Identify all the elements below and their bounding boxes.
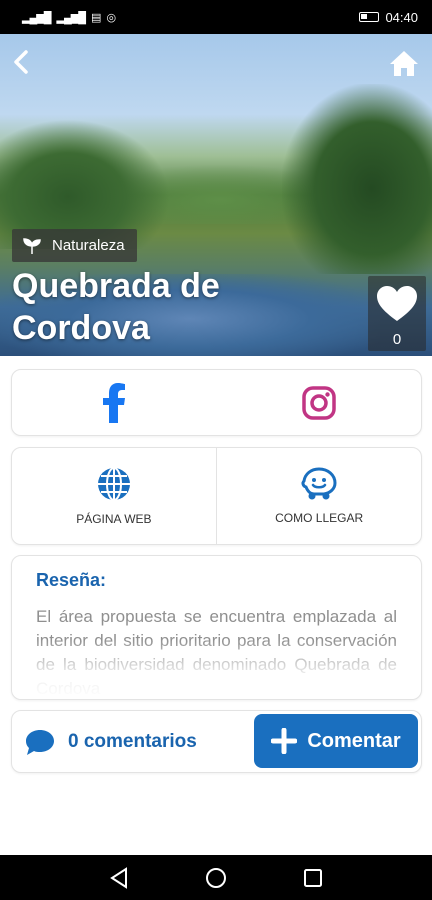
- sprout-icon: [23, 237, 41, 254]
- add-comment-button[interactable]: Comentar: [254, 714, 418, 768]
- review-fade: [12, 639, 421, 699]
- review-card[interactable]: Reseña: El área propuesta se encuentra e…: [11, 555, 422, 700]
- website-button[interactable]: PÁGINA WEB: [12, 448, 216, 544]
- battery-icon: [359, 12, 380, 22]
- nav-recents-button[interactable]: [293, 858, 333, 898]
- review-heading: Reseña:: [36, 570, 107, 590]
- system-nav-bar: [0, 855, 432, 900]
- chevron-left-icon: [14, 50, 28, 74]
- directions-label: COMO LLEGAR: [275, 511, 364, 525]
- home-icon: [390, 51, 418, 76]
- nav-home-button[interactable]: [196, 858, 236, 898]
- comments-card: 0 comentarios Comentar: [11, 710, 422, 773]
- plus-icon: [271, 728, 298, 754]
- wifi-icon: ▤: [91, 11, 101, 24]
- whatsapp-icon: ◎: [106, 11, 116, 24]
- heart-icon: [377, 286, 417, 321]
- signal-icon: ▂▄▆█: [22, 11, 51, 24]
- facebook-icon: [103, 382, 126, 423]
- instagram-button[interactable]: [217, 370, 422, 435]
- home-button[interactable]: [388, 48, 420, 78]
- social-card: [11, 369, 422, 436]
- globe-icon: [97, 467, 130, 501]
- triangle-back-icon: [109, 866, 127, 889]
- status-bar: ▂▄▆█ ▂▄▆█ ▤ ◎ 04:40: [0, 0, 432, 34]
- links-card: PÁGINA WEB COMO LLEGAR: [11, 447, 422, 545]
- directions-button[interactable]: COMO LLEGAR: [217, 448, 421, 544]
- nav-back-button[interactable]: [99, 858, 139, 898]
- square-recents-icon: [304, 868, 323, 887]
- circle-home-icon: [205, 867, 226, 888]
- chat-bubble-icon: [26, 729, 54, 755]
- website-label: PÁGINA WEB: [76, 512, 152, 526]
- add-comment-label: Comentar: [307, 729, 401, 752]
- status-time: 04:40: [385, 9, 418, 25]
- instagram-icon: [302, 385, 336, 420]
- facebook-button[interactable]: [12, 370, 217, 435]
- back-button[interactable]: [8, 48, 36, 76]
- place-title: Quebrada de Cordova: [12, 267, 220, 347]
- waze-icon: [301, 467, 337, 500]
- category-label: Naturaleza: [52, 237, 125, 254]
- signal-icon-2: ▂▄▆█: [56, 11, 86, 24]
- category-badge: Naturaleza: [12, 229, 137, 262]
- comments-count[interactable]: 0 comentarios: [68, 731, 197, 753]
- like-count: 0: [392, 331, 402, 348]
- like-button[interactable]: 0: [368, 276, 426, 351]
